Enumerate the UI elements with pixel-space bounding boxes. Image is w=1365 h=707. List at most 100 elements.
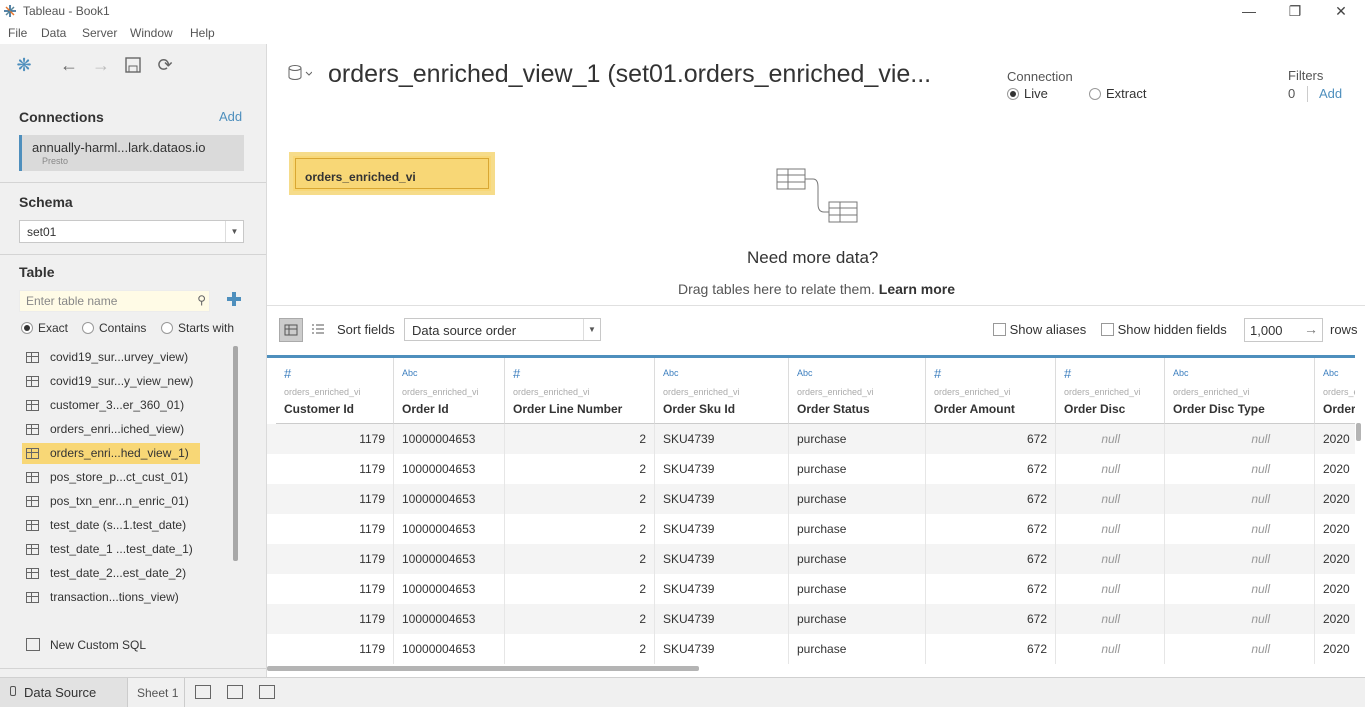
- number-type-icon[interactable]: #: [513, 366, 520, 381]
- table-item[interactable]: test_date_1 ...test_date_1): [22, 539, 200, 560]
- column-name[interactable]: Order Amount: [934, 402, 1015, 416]
- table-cell[interactable]: purchase: [789, 544, 926, 574]
- horizontal-scrollbar[interactable]: [267, 666, 699, 671]
- table-cell[interactable]: 2020: [1315, 484, 1355, 514]
- table-item-selected[interactable]: orders_enri...hed_view_1): [22, 443, 200, 464]
- table-cell[interactable]: purchase: [789, 514, 926, 544]
- table-cell[interactable]: 10000004653: [394, 454, 505, 484]
- table-item[interactable]: covid19_sur...urvey_view): [22, 347, 200, 368]
- table-cell[interactable]: 10000004653: [394, 544, 505, 574]
- table-cell[interactable]: null: [1165, 514, 1315, 544]
- table-cell[interactable]: 2020: [1315, 544, 1355, 574]
- table-cell[interactable]: 672: [926, 634, 1056, 664]
- table-cell[interactable]: purchase: [789, 634, 926, 664]
- string-type-icon[interactable]: Abc: [663, 368, 679, 378]
- column-name[interactable]: Order Sku Id: [663, 402, 735, 416]
- connection-live-radio[interactable]: Live: [1007, 86, 1048, 101]
- menu-help[interactable]: Help: [190, 26, 215, 40]
- table-card[interactable]: orders_enriched_vi: [289, 152, 495, 195]
- rows-input[interactable]: 1,000 →: [1244, 318, 1323, 342]
- save-icon[interactable]: [122, 54, 144, 76]
- table-cell[interactable]: purchase: [789, 484, 926, 514]
- table-cell[interactable]: 672: [926, 454, 1056, 484]
- column-name[interactable]: Customer Id: [284, 402, 354, 416]
- string-type-icon[interactable]: Abc: [1323, 368, 1339, 378]
- table-cell[interactable]: SKU4739: [655, 484, 789, 514]
- minimize-button[interactable]: —: [1226, 0, 1272, 24]
- table-cell[interactable]: null: [1056, 574, 1165, 604]
- connection-item[interactable]: annually-harml...lark.dataos.io Presto: [19, 135, 244, 171]
- string-type-icon[interactable]: Abc: [1173, 368, 1189, 378]
- table-cell[interactable]: SKU4739: [655, 604, 789, 634]
- table-search-field[interactable]: ⚲: [19, 290, 210, 312]
- column-name[interactable]: Order Id: [402, 402, 449, 416]
- table-cell[interactable]: 2020: [1315, 604, 1355, 634]
- table-cell[interactable]: 1179: [276, 574, 394, 604]
- learn-more-link[interactable]: Learn more: [879, 281, 955, 297]
- table-cell[interactable]: 2: [505, 574, 655, 604]
- table-cell[interactable]: 672: [926, 604, 1056, 634]
- column-name[interactable]: Order Disc: [1064, 402, 1125, 416]
- table-cell[interactable]: 1179: [276, 634, 394, 664]
- table-cell[interactable]: 672: [926, 484, 1056, 514]
- table-cell[interactable]: SKU4739: [655, 424, 789, 454]
- add-connection-link[interactable]: Add: [219, 109, 242, 124]
- table-cell[interactable]: purchase: [789, 454, 926, 484]
- number-type-icon[interactable]: #: [284, 366, 291, 381]
- table-cell[interactable]: null: [1165, 454, 1315, 484]
- table-cell[interactable]: 2: [505, 424, 655, 454]
- datasource-name[interactable]: orders_enriched_view_1 (set01.orders_enr…: [328, 60, 931, 89]
- add-filter-link[interactable]: Add: [1319, 86, 1342, 101]
- table-cell[interactable]: 1179: [276, 514, 394, 544]
- column-name[interactable]: Order D: [1323, 402, 1355, 416]
- table-item[interactable]: pos_txn_enr...n_enric_01): [22, 491, 200, 512]
- table-cell[interactable]: 2020: [1315, 424, 1355, 454]
- arrow-right-icon[interactable]: →: [1304, 321, 1318, 337]
- back-icon[interactable]: ←: [58, 54, 80, 76]
- list-view-icon[interactable]: [311, 322, 327, 338]
- table-cell[interactable]: purchase: [789, 604, 926, 634]
- table-item[interactable]: covid19_sur...y_view_new): [22, 371, 200, 392]
- table-cell[interactable]: 10000004653: [394, 604, 505, 634]
- column-header[interactable]: # orders_enriched_vi Order Line Number: [505, 358, 655, 424]
- table-cell[interactable]: 2020: [1315, 574, 1355, 604]
- forward-icon[interactable]: →: [90, 54, 112, 76]
- start-page-icon[interactable]: ❋: [13, 54, 35, 76]
- table-cell[interactable]: 2: [505, 634, 655, 664]
- table-cell[interactable]: 10000004653: [394, 424, 505, 454]
- show-hidden-fields-checkbox[interactable]: Show hidden fields: [1101, 322, 1227, 337]
- column-header[interactable]: # orders_enriched_vi Order Disc: [1056, 358, 1165, 424]
- add-table-icon[interactable]: [227, 292, 241, 306]
- connection-extract-radio[interactable]: Extract: [1089, 86, 1146, 101]
- table-cell[interactable]: SKU4739: [655, 634, 789, 664]
- table-cell[interactable]: purchase: [789, 574, 926, 604]
- radio-starts-with[interactable]: Starts with: [161, 321, 234, 335]
- table-item[interactable]: orders_enri...iched_view): [22, 419, 200, 440]
- table-cell[interactable]: 1179: [276, 544, 394, 574]
- table-cell[interactable]: null: [1165, 544, 1315, 574]
- search-icon[interactable]: ⚲: [197, 293, 206, 307]
- column-header[interactable]: Abc orders_enriched_vi Order Id: [394, 358, 505, 424]
- column-header[interactable]: Abc orders_enriched_vi Order Disc Type: [1165, 358, 1315, 424]
- table-cell[interactable]: null: [1165, 424, 1315, 454]
- column-header[interactable]: Abc orders_enriched_vi Order Status: [789, 358, 926, 424]
- table-cell[interactable]: null: [1056, 604, 1165, 634]
- column-name[interactable]: Order Disc Type: [1173, 402, 1265, 416]
- table-cell[interactable]: SKU4739: [655, 514, 789, 544]
- menu-file[interactable]: File: [8, 26, 27, 40]
- table-cell[interactable]: 1179: [276, 604, 394, 634]
- table-cell[interactable]: null: [1165, 574, 1315, 604]
- table-cell[interactable]: null: [1056, 634, 1165, 664]
- table-cell[interactable]: null: [1056, 514, 1165, 544]
- grid-view-icon[interactable]: [279, 318, 303, 342]
- table-cell[interactable]: 2: [505, 604, 655, 634]
- table-item[interactable]: transaction...tions_view): [22, 587, 200, 608]
- restore-button[interactable]: ❐: [1272, 0, 1318, 24]
- refresh-icon[interactable]: ⟳: [154, 54, 176, 76]
- menu-window[interactable]: Window: [130, 26, 173, 40]
- table-cell[interactable]: null: [1056, 424, 1165, 454]
- table-cell[interactable]: SKU4739: [655, 574, 789, 604]
- show-aliases-checkbox[interactable]: Show aliases: [993, 322, 1086, 337]
- table-cell[interactable]: 672: [926, 514, 1056, 544]
- radio-contains[interactable]: Contains: [82, 321, 146, 335]
